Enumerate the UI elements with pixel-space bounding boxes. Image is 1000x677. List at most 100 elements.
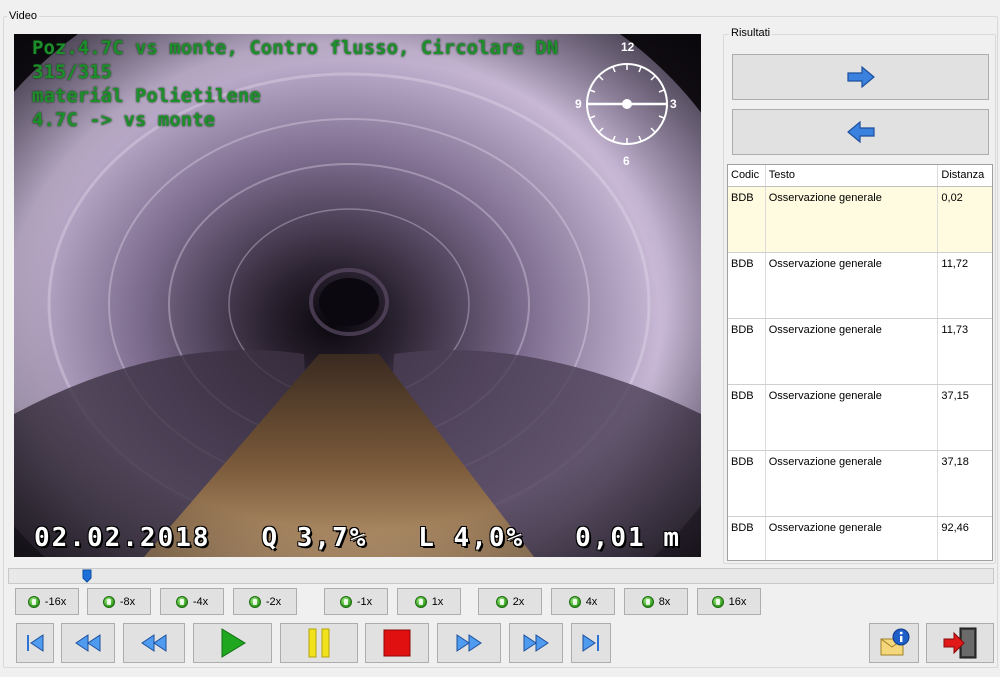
speed-button[interactable]: 8x — [624, 588, 688, 615]
play-button[interactable] — [193, 623, 272, 663]
speed-button[interactable]: -1x — [324, 588, 388, 615]
osd-line-1: Poz.4.7C vs monte, Contro flusso, Circol… — [32, 37, 559, 59]
forward-icon — [456, 634, 482, 652]
osd-q: Q 3,7% — [261, 523, 368, 553]
speed-label: 8x — [658, 595, 671, 608]
table-row[interactable]: BDB Osservazione generale 0,02 — [728, 187, 992, 253]
cell-code: BDB — [728, 385, 766, 450]
cell-text: Osservazione generale — [766, 187, 939, 252]
green-bullet-icon — [248, 595, 261, 608]
fast-rewind-icon — [75, 634, 101, 652]
slider-thumb[interactable] — [82, 569, 92, 583]
video-position-slider[interactable] — [8, 568, 994, 584]
speed-button[interactable]: -4x — [160, 588, 224, 615]
exit-button[interactable] — [926, 623, 994, 663]
cell-text: Osservazione generale — [766, 451, 939, 516]
clock-label-12: 12 — [621, 40, 635, 54]
fast-rewind-button[interactable] — [61, 623, 115, 663]
results-table[interactable]: Codic Testo Distanza BDB Osservazione gen… — [727, 164, 993, 561]
go-to-end-button[interactable] — [571, 623, 611, 663]
go-to-start-button[interactable] — [16, 623, 54, 663]
pause-button[interactable] — [280, 623, 358, 663]
green-bullet-icon — [711, 595, 724, 608]
cell-text: Osservazione generale — [766, 319, 939, 384]
osd-header: Poz.4.7C vs monte, Contro flusso, Circol… — [32, 36, 558, 132]
cell-distance: 11,72 — [941, 258, 969, 270]
green-bullet-icon — [414, 595, 427, 608]
skip-to-start-icon — [27, 634, 44, 652]
cell-distance: 37,15 — [941, 390, 969, 402]
speed-button[interactable]: 2x — [478, 588, 542, 615]
green-bullet-icon — [568, 595, 581, 608]
skip-to-end-icon — [582, 634, 599, 652]
info-icon — [880, 628, 910, 656]
green-bullet-icon — [641, 595, 654, 608]
osd-line-2: 315/315 — [32, 61, 113, 83]
clock-label-6: 6 — [623, 154, 630, 168]
speed-label: -8x — [119, 595, 136, 608]
info-button[interactable] — [869, 623, 919, 663]
speed-label: -4x — [192, 595, 209, 608]
fast-forward-button[interactable] — [509, 623, 563, 663]
previous-result-button[interactable] — [732, 109, 989, 155]
osd-distance: 0,01 m — [575, 523, 681, 553]
table-row[interactable]: BDB Osservazione generale 92,46 — [728, 517, 992, 560]
arrow-right-icon — [846, 65, 875, 89]
speed-label: 16x — [728, 595, 747, 608]
results-group-label: Risultati — [729, 27, 773, 39]
table-row[interactable]: BDB Osservazione generale 37,18 — [728, 451, 992, 517]
cell-distance: 37,18 — [941, 456, 969, 468]
table-row[interactable]: BDB Osservazione generale 11,73 — [728, 319, 992, 385]
cell-code: BDB — [728, 187, 766, 252]
osd-footer: 02.02.2018 Q 3,7% L 4,0% 0,01 m — [34, 523, 681, 553]
exit-door-icon — [943, 627, 977, 659]
fast-forward-icon — [523, 634, 549, 652]
green-bullet-icon — [102, 595, 115, 608]
cell-code: BDB — [728, 451, 766, 516]
cell-text: Osservazione generale — [766, 385, 939, 450]
speed-button[interactable]: -16x — [15, 588, 79, 615]
cell-distance: 0,02 — [941, 192, 963, 204]
play-icon — [221, 628, 246, 658]
green-bullet-icon — [27, 595, 40, 608]
speed-button[interactable]: -2x — [233, 588, 297, 615]
speed-label: -16x — [44, 595, 67, 608]
green-bullet-icon — [339, 595, 352, 608]
cell-code: BDB — [728, 319, 766, 384]
rewind-icon — [141, 634, 167, 652]
green-bullet-icon — [175, 595, 188, 608]
video-view[interactable]: Poz.4.7C vs monte, Contro flusso, Circol… — [14, 34, 701, 557]
speed-button[interactable]: -8x — [87, 588, 151, 615]
pause-icon — [308, 628, 330, 658]
clock-label-9: 9 — [575, 97, 582, 111]
column-header-text[interactable]: Testo — [766, 165, 939, 186]
table-row[interactable]: BDB Osservazione generale 11,72 — [728, 253, 992, 319]
table-row[interactable]: BDB Osservazione generale 37,15 — [728, 385, 992, 451]
results-table-header: Codic Testo Distanza — [728, 165, 992, 187]
next-result-button[interactable] — [732, 54, 989, 100]
green-bullet-icon — [495, 595, 508, 608]
rewind-button[interactable] — [123, 623, 185, 663]
column-header-code[interactable]: Codic — [728, 165, 766, 186]
speed-button[interactable]: 4x — [551, 588, 615, 615]
cell-distance: 11,73 — [941, 324, 969, 336]
forward-button[interactable] — [437, 623, 501, 663]
speed-label: -2x — [265, 595, 282, 608]
video-group-label: Video — [7, 10, 39, 22]
osd-date: 02.02.2018 — [34, 523, 211, 553]
cell-text: Osservazione generale — [766, 253, 939, 318]
speed-button[interactable]: 16x — [697, 588, 761, 615]
cell-text: Osservazione generale — [766, 517, 939, 560]
speed-label: 2x — [512, 595, 525, 608]
speed-label: -1x — [356, 595, 373, 608]
cell-code: BDB — [728, 253, 766, 318]
stop-button[interactable] — [365, 623, 429, 663]
arrow-left-icon — [846, 120, 875, 144]
osd-l: L 4,0% — [418, 523, 525, 553]
speed-button[interactable]: 1x — [397, 588, 461, 615]
osd-line-3: materiál Polietilene — [32, 85, 261, 107]
osd-line-4: 4.7C -> vs monte — [32, 109, 216, 131]
clock-label-3: 3 — [670, 97, 677, 111]
cell-distance: 92,46 — [941, 522, 969, 534]
column-header-distance[interactable]: Distanza — [938, 165, 992, 186]
